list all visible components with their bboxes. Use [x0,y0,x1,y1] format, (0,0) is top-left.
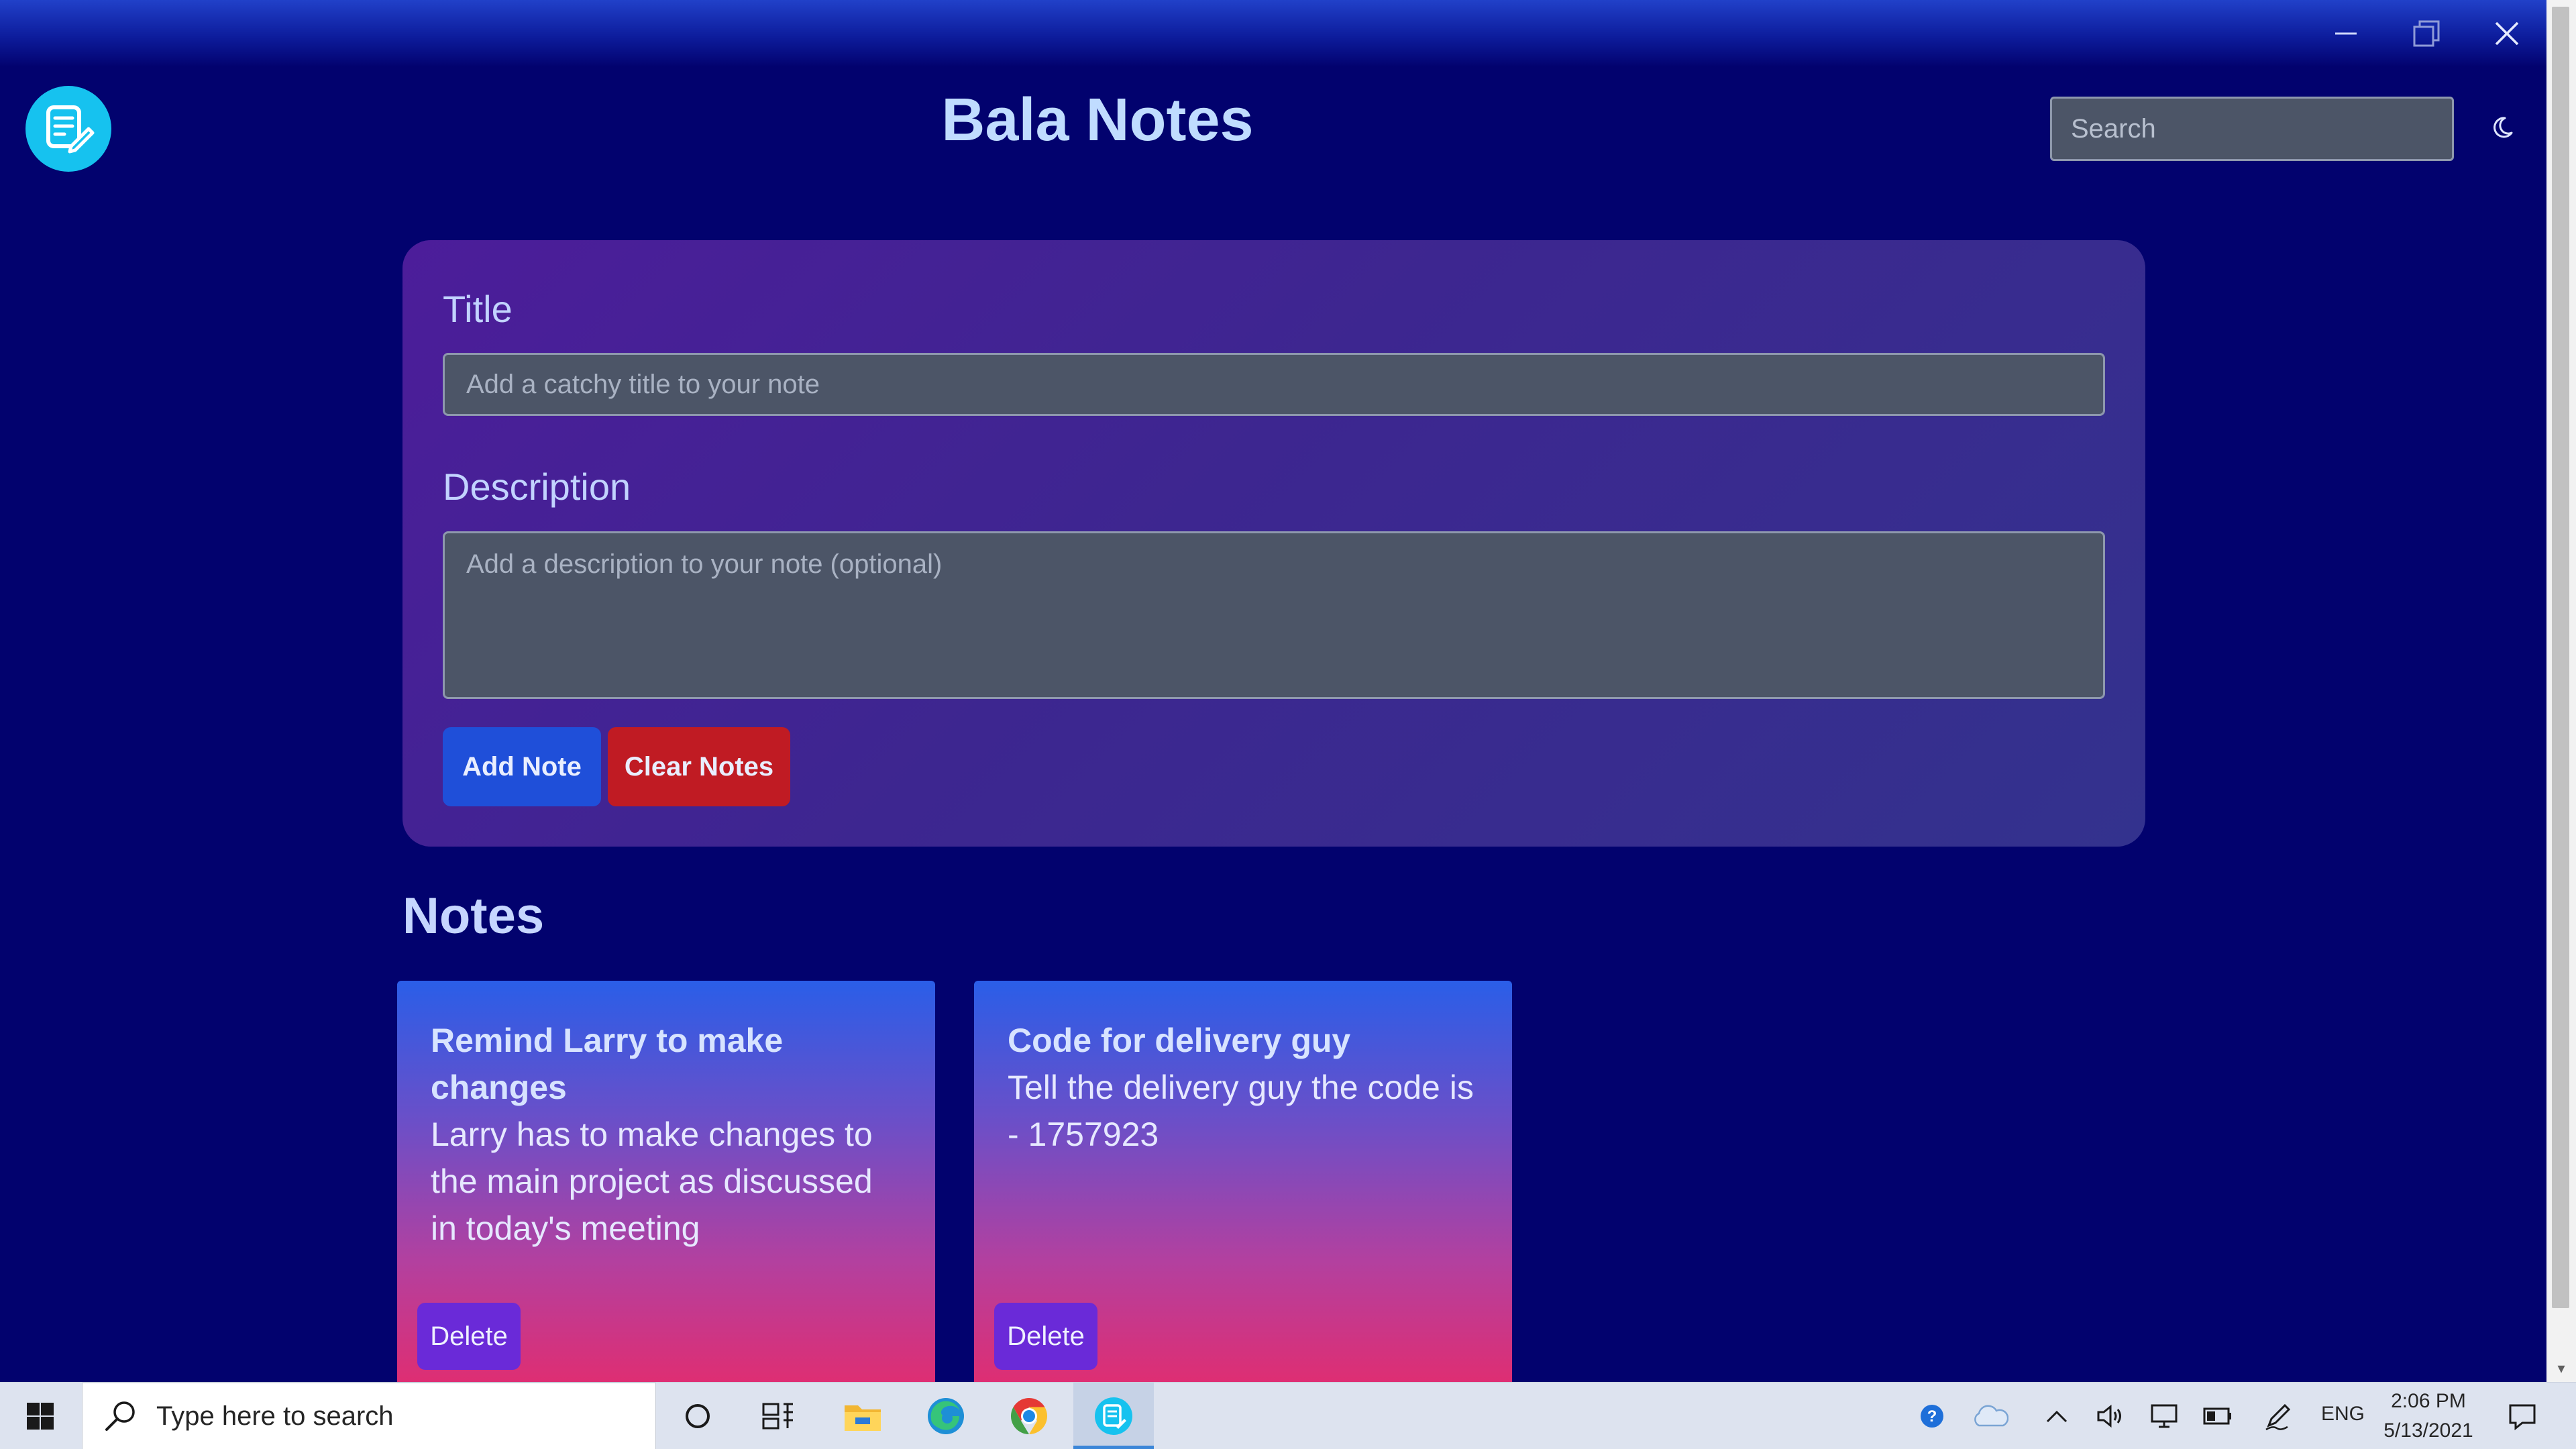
app-logo[interactable] [25,86,111,172]
pen-icon [2265,1403,2291,1431]
scroll-down-arrow[interactable]: ▾ [2546,1355,2576,1382]
display-tray-button[interactable] [2137,1383,2191,1449]
app-title: Bala Notes [941,87,1254,154]
display-icon [2151,1404,2178,1428]
language-indicator[interactable]: ENG [2321,1403,2365,1426]
cortana-button[interactable] [657,1383,738,1449]
moon-icon [2493,117,2513,138]
volume-tray-button[interactable] [2084,1383,2137,1449]
close-icon [2495,21,2519,46]
task-view-icon [762,1403,793,1430]
volume-icon [2097,1404,2121,1428]
minimize-icon [2335,32,2357,35]
taskbar-search-placeholder: Type here to search [156,1401,394,1431]
note-description: Tell the delivery guy the code is - 1757… [1008,1069,1474,1153]
edge-browser-button[interactable] [906,1383,986,1449]
scroll-thumb[interactable] [2552,7,2569,1308]
app-logo-icon [46,105,95,154]
delete-note-button[interactable]: Delete [417,1303,521,1370]
task-view-button[interactable] [738,1383,818,1449]
note-title: Code for delivery guy [1008,1022,1351,1059]
add-note-button[interactable]: Add Note [443,727,601,806]
chrome-icon [1010,1398,1048,1434]
clock-date: 5/13/2021 [2383,1419,2473,1442]
notes-app-taskbar-button[interactable] [1073,1383,1154,1449]
cortana-icon [686,1404,710,1428]
description-label: Description [443,466,631,508]
add-note-form: Title Description Add Note Clear Notes [402,240,2145,847]
battery-tray-button[interactable] [2191,1383,2245,1449]
file-explorer-icon [845,1405,881,1431]
help-tray-button[interactable]: ? [1905,1383,1959,1449]
note-description: Larry has to make changes to the main pr… [431,1116,873,1247]
active-app-indicator [1073,1446,1154,1449]
onedrive-icon [1974,1405,2008,1427]
notes-app-icon [1095,1397,1132,1435]
note-title: Remind Larry to make changes [431,1022,784,1106]
vertical-scrollbar[interactable]: ▾ [2546,0,2576,1382]
onedrive-tray-button[interactable] [1963,1383,2017,1449]
delete-note-button[interactable]: Delete [994,1303,1097,1370]
start-button[interactable] [0,1383,80,1449]
edge-icon [928,1398,964,1434]
note-card: Remind Larry to make changes Larry has t… [397,981,935,1382]
note-card: Code for delivery guy Tell the delivery … [974,981,1512,1382]
clear-notes-button[interactable]: Clear Notes [608,727,790,806]
action-center-button[interactable] [2496,1383,2549,1449]
close-button[interactable] [2467,0,2547,67]
search-icon [105,1401,135,1431]
battery-icon [2203,1407,2231,1425]
file-explorer-button[interactable] [822,1383,903,1449]
restore-icon [2413,20,2440,47]
chrome-browser-button[interactable] [989,1383,1069,1449]
show-hidden-icons-button[interactable] [2030,1383,2084,1449]
windows-start-icon [27,1403,54,1430]
clock[interactable]: 2:06 PM 5/13/2021 [2361,1387,2496,1446]
svg-text:?: ? [1927,1407,1937,1426]
taskbar-search-box[interactable]: Type here to search [82,1383,656,1449]
dark-mode-toggle[interactable] [2482,107,2522,148]
window-titlebar [0,0,2576,67]
search-input[interactable] [2050,97,2454,161]
note-title-input[interactable] [443,353,2105,416]
notification-icon [2509,1404,2536,1431]
restore-button[interactable] [2386,0,2467,67]
notes-heading: Notes [402,888,545,945]
chevron-up-icon [2046,1410,2068,1423]
pen-tray-button[interactable] [2251,1383,2305,1449]
help-icon: ? [1921,1405,1943,1428]
clock-time: 2:06 PM [2391,1390,2466,1412]
title-label: Title [443,288,513,330]
note-description-input[interactable] [443,531,2105,699]
minimize-button[interactable] [2306,0,2386,67]
taskbar: Type here to search ? ENG 2:06 PM 5/13/2… [0,1382,2576,1449]
